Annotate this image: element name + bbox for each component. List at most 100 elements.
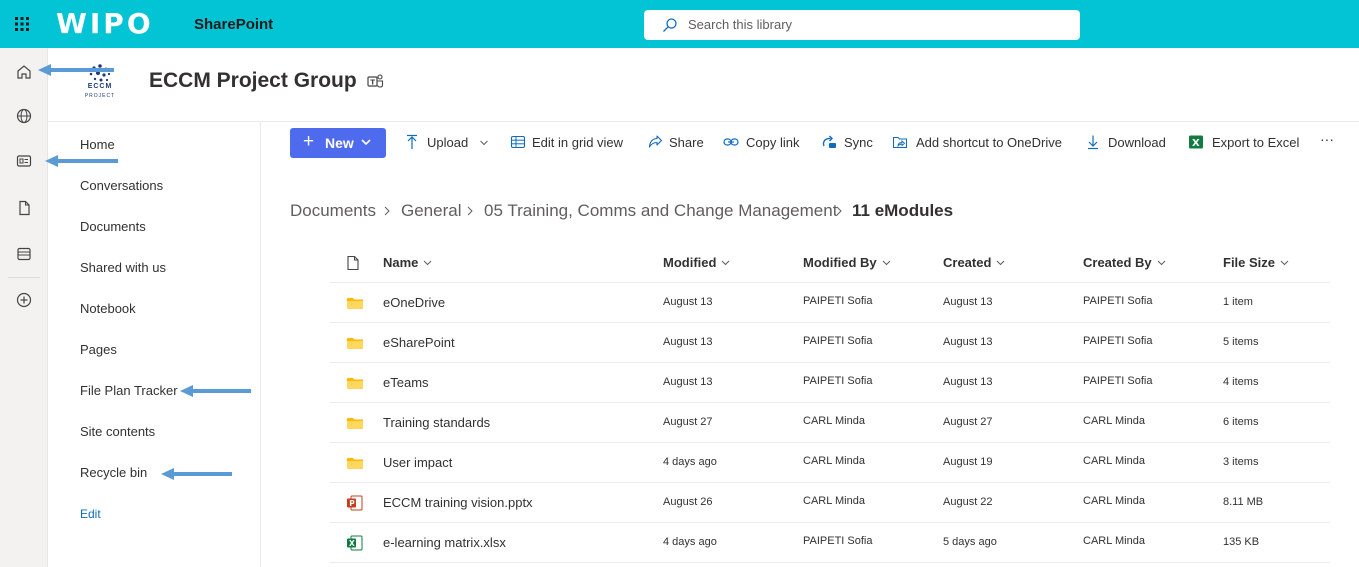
chevron-down-icon [997,260,1005,266]
breadcrumb-general[interactable]: General [401,201,461,221]
table-row[interactable]: User impact 4 days ago CARL Minda August… [330,443,1330,483]
file-name-link[interactable]: eOneDrive [383,295,445,310]
file-icon[interactable] [12,196,36,220]
link-icon [723,138,739,146]
created-by-cell[interactable]: CARL Minda [1083,455,1145,467]
wipo-logo[interactable]: WIPO [56,7,154,40]
lists-icon[interactable] [12,242,36,266]
excel-icon: X [1189,135,1203,149]
rail-divider [8,277,40,278]
copy-link-label: Copy link [746,135,800,150]
annotation-arrow [45,155,118,167]
created-by-cell[interactable]: CARL Minda [1083,495,1145,507]
nav-edit-link[interactable]: Edit [80,507,101,521]
table-row[interactable]: P ECCM training vision.pptx August 26 CA… [330,483,1330,523]
nav-item-documents[interactable]: Documents [80,219,146,234]
nav-item-site-contents[interactable]: Site contents [80,424,155,439]
excel-file-icon: X [347,535,363,551]
modified-cell: August 13 [663,296,713,308]
file-name-link[interactable]: e-learning matrix.xlsx [383,535,506,550]
nav-item-file-plan-tracker[interactable]: File Plan Tracker [80,383,178,398]
table-row[interactable]: eTeams August 13 PAIPETI Sofia August 13… [330,363,1330,403]
nav-item-home[interactable]: Home [80,137,115,152]
breadcrumb-training[interactable]: 05 Training, Comms and Change Management [484,201,837,221]
modified-by-cell[interactable]: CARL Minda [803,495,865,507]
column-header-file-size[interactable]: File Size [1223,255,1289,270]
table-row[interactable]: Training standards August 27 CARL Minda … [330,403,1330,443]
modified-by-cell[interactable]: CARL Minda [803,455,865,467]
file-size-cell: 3 items [1223,456,1259,468]
created-cell: 5 days ago [943,536,997,548]
file-type-header-icon[interactable] [346,255,360,271]
created-by-cell[interactable]: PAIPETI Sofia [1083,335,1153,347]
table-row[interactable]: eSharePoint August 13 PAIPETI Sofia Augu… [330,323,1330,363]
column-header-created-by[interactable]: Created By [1083,255,1166,270]
column-header-name[interactable]: Name [383,255,432,270]
upload-button[interactable]: Upload [404,134,490,154]
modified-by-cell[interactable]: PAIPETI Sofia [803,335,873,347]
chevron-down-icon [1157,260,1165,266]
folder-icon [347,338,363,349]
file-name-link[interactable]: Training standards [383,415,490,430]
file-name-link[interactable]: User impact [383,455,452,470]
annotation-arrow [161,468,232,480]
add-shortcut-label: Add shortcut to OneDrive [916,135,1062,150]
annotation-arrow [38,64,114,76]
search-placeholder: Search this library [688,17,793,32]
file-size-cell: 1 item [1223,296,1253,308]
annotation-arrow [180,385,251,397]
add-icon[interactable] [12,288,36,312]
svg-text:X: X [1192,138,1200,149]
app-launcher-icon[interactable] [10,12,34,36]
file-name-link[interactable]: ECCM training vision.pptx [383,495,533,510]
chevron-right-icon [467,206,473,216]
file-name-link[interactable]: eTeams [383,375,429,390]
chevron-right-icon [836,206,842,216]
modified-by-cell[interactable]: CARL Minda [803,415,865,427]
table-row[interactable]: eOneDrive August 13 PAIPETI Sofia August… [330,283,1330,323]
modified-by-cell[interactable]: PAIPETI Sofia [803,375,873,387]
breadcrumb-documents[interactable]: Documents [290,201,376,221]
file-size-cell: 135 KB [1223,536,1260,548]
nav-item-conversations[interactable]: Conversations [80,178,163,193]
home-icon[interactable] [12,60,36,84]
download-label: Download [1108,135,1166,150]
svg-text:P: P [349,499,355,508]
new-button[interactable]: + New [290,128,386,158]
nav-item-recycle-bin[interactable]: Recycle bin [80,465,147,480]
nav-divider [260,122,261,567]
table-row[interactable]: X e-learning matrix.xlsx 4 days ago PAIP… [330,523,1330,563]
globe-icon[interactable] [12,104,36,128]
column-header-label: File Size [1223,255,1276,270]
created-by-cell[interactable]: PAIPETI Sofia [1083,295,1153,307]
header-divider [48,121,1359,122]
modified-cell: August 27 [663,416,713,428]
file-name-link[interactable]: eSharePoint [383,335,455,350]
column-header-modified-by[interactable]: Modified By [803,255,891,270]
more-options-button[interactable]: ··· [1320,131,1334,151]
created-cell: August 22 [943,496,993,508]
teams-icon[interactable]: T [366,72,384,90]
created-cell: August 13 [943,336,993,348]
created-by-cell[interactable]: PAIPETI Sofia [1083,375,1153,387]
modified-by-cell[interactable]: PAIPETI Sofia [803,535,873,547]
modified-cell: 4 days ago [663,456,717,468]
suite-header: WIPO SharePoint Search this library [0,0,1359,48]
app-bar [0,48,48,567]
site-title[interactable]: ECCM Project Group [149,69,357,93]
nav-item-shared-with-us[interactable]: Shared with us [80,260,166,275]
svg-text:T: T [370,78,375,86]
news-icon[interactable] [12,149,36,173]
nav-item-notebook[interactable]: Notebook [80,301,136,316]
column-header-created[interactable]: Created [943,255,1005,270]
modified-by-cell[interactable]: PAIPETI Sofia [803,295,873,307]
app-name-link[interactable]: SharePoint [194,16,273,33]
sync-label: Sync [844,135,873,150]
search-input[interactable]: Search this library [644,10,1080,40]
column-header-modified[interactable]: Modified [663,255,730,270]
chevron-down-icon [722,260,730,266]
nav-item-pages[interactable]: Pages [80,342,117,357]
created-by-cell[interactable]: CARL Minda [1083,535,1145,547]
upload-label: Upload [427,135,469,150]
created-by-cell[interactable]: CARL Minda [1083,415,1145,427]
